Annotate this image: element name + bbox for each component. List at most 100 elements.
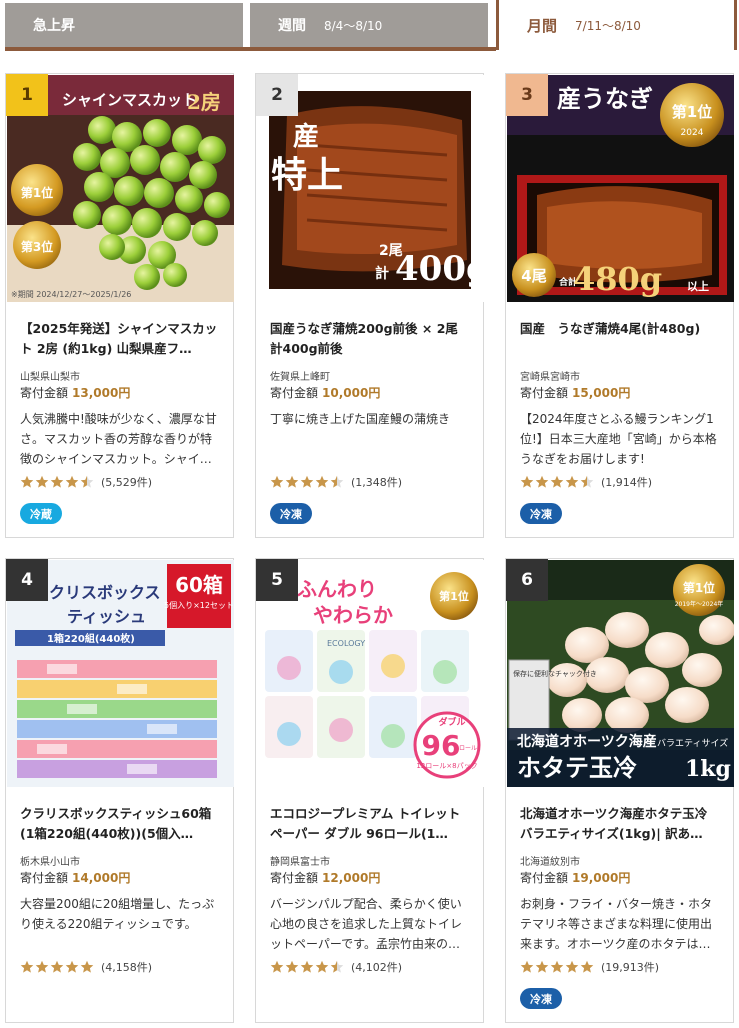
star-icon xyxy=(270,960,284,973)
product-description: お刺身・フライ・バター焼き・ホタテマリネ等さまざまな料理に使用出来ます。オホーツ… xyxy=(520,897,713,951)
star-icon xyxy=(20,475,34,488)
product-description: 丁寧に焼き上げた国産鰻の蒲焼き xyxy=(270,412,451,426)
star-icon xyxy=(550,960,564,973)
award-badge-2: 第3位 xyxy=(21,239,53,254)
tp-pack-text: 12ロール×8パック xyxy=(416,762,477,770)
ranking-card[interactable]: ふんわり やわらか ECOLOGY 第1位 ダブル 96 ロール 12ロール×8… xyxy=(255,558,484,1023)
product-description: 大容量200組に20組増量し、たっぷり使える220組ティッシュです。 xyxy=(20,897,215,931)
ranking-card[interactable]: 産 特上 2尾 計 400g 2 国産うなぎ蒲焼200g前後 × 2尾 計400… xyxy=(255,73,484,538)
eel-banner-text: 産うなぎ xyxy=(557,84,653,113)
product-location: 山梨県山梨市 xyxy=(20,372,80,383)
tab-label: 急上昇 xyxy=(33,18,75,34)
ranking-card[interactable]: シャインマスカット 2房 第1位 第3位 ※期間 2024/12/27〜2025… xyxy=(5,73,234,538)
price-value: 14,000円 xyxy=(72,871,131,885)
rank-badge: 5 xyxy=(256,559,298,601)
review-count: (4,102件) xyxy=(351,961,403,974)
rank-badge: 6 xyxy=(506,559,548,601)
rank-badge: 3 xyxy=(506,74,548,116)
star-icon xyxy=(300,475,314,488)
tab-monthly[interactable]: 月間 7/11〜8/10 xyxy=(496,0,737,50)
star-icon xyxy=(535,960,549,973)
price-label: 寄付金額 xyxy=(520,871,569,885)
product-description: 【2024年度さとふる鰻ランキング1位!】日本三大産地「宮崎」から本格うなぎをお… xyxy=(520,412,717,466)
donation-price: 寄付金額 12,000円 xyxy=(270,869,380,886)
scallop-weight-text: 1kg xyxy=(685,756,731,782)
review-count: (4,158件) xyxy=(101,961,153,974)
star-icon xyxy=(35,960,49,973)
star-icon xyxy=(50,475,64,488)
star-icon xyxy=(565,475,579,488)
scallop-origin-text: 北海道オホーツク海産 xyxy=(517,733,657,750)
star-icon xyxy=(50,960,64,973)
tp-brand-text: ECOLOGY xyxy=(327,639,365,648)
tp-unit-text: ロール xyxy=(459,745,477,752)
shipping-badge-frozen: 冷凍 xyxy=(520,503,562,524)
star-icon xyxy=(315,475,329,488)
product-title[interactable]: 国産 うなぎ蒲焼4尾(計480g) xyxy=(520,319,721,359)
rating: (1,348件) xyxy=(270,474,402,490)
star-icon xyxy=(330,475,344,488)
tab-label: 月間 xyxy=(527,16,558,35)
star-icon xyxy=(65,475,79,488)
star-icon xyxy=(580,960,594,973)
star-icon xyxy=(580,475,594,488)
star-rating xyxy=(520,475,595,489)
tp-double-text: ダブル xyxy=(438,716,465,728)
price-value: 13,000円 xyxy=(72,386,131,400)
price-label: 寄付金額 xyxy=(20,386,69,400)
rating: (1,914件) xyxy=(520,474,652,490)
product-description: バージンパルプ配合、柔らかく使い心地の良さを追求した上質なトイレットペーパーです… xyxy=(270,897,463,951)
star-icon xyxy=(520,960,534,973)
ranking-card[interactable]: クリスボックス ティッシュ 1箱220組(440枚) 60箱 5個入り×12セッ… xyxy=(5,558,234,1023)
tab-dates: 7/11〜8/10 xyxy=(575,18,641,33)
price-value: 12,000円 xyxy=(322,871,381,885)
review-count: (19,913件) xyxy=(601,961,660,974)
tab-label: 週間 xyxy=(278,18,306,34)
ranking-card[interactable]: 産うなぎ 第1位 2024 4尾 合計 480g 以上 3 国産 うなぎ蒲焼4尾… xyxy=(505,73,734,538)
ranking-card[interactable]: 保存に便利なチャック付き 北海道オホーツク海産 ホタテ玉冷 バラエティサイズ 1… xyxy=(505,558,734,1023)
tissue-set-text: 5個入り×12セット xyxy=(164,600,234,610)
star-icon xyxy=(270,475,284,488)
period-text: ※期間 2024/12/27〜2025/1/26 xyxy=(11,290,131,299)
star-rating xyxy=(270,960,345,974)
grape-banner-text: シャインマスカット xyxy=(62,91,197,109)
donation-price: 寄付金額 13,000円 xyxy=(20,384,130,401)
star-icon xyxy=(535,475,549,488)
star-rating xyxy=(20,960,95,974)
eel-box-count-text: 4尾 xyxy=(521,267,546,285)
tissue-banner-2: ティッシュ xyxy=(67,607,146,626)
star-icon xyxy=(20,960,34,973)
tissue-banner-1: クリスボックス xyxy=(49,583,161,602)
tab-weekly[interactable]: 週間 8/4〜8/10 xyxy=(250,3,488,47)
eel-origin-text: 産 xyxy=(293,121,319,152)
scallop-variety-text: バラエティサイズ xyxy=(657,737,728,749)
award-rank-text: 第1位 xyxy=(672,103,712,121)
star-icon xyxy=(550,475,564,488)
donation-price: 寄付金額 10,000円 xyxy=(270,384,380,401)
tissue-per-box-text: 1箱220組(440枚) xyxy=(47,632,135,645)
tab-trending[interactable]: 急上昇 xyxy=(5,3,243,47)
product-description: 人気沸騰中!酸味が少なく、濃厚な甘さ。マスカット香の芳醇な香りが特徴のシャインマ… xyxy=(20,412,217,466)
eel-weight-text: 400g xyxy=(395,249,484,289)
price-label: 寄付金額 xyxy=(520,386,569,400)
star-rating xyxy=(520,960,595,974)
product-title[interactable]: 国産うなぎ蒲焼200g前後 × 2尾 計400g前後 xyxy=(270,319,471,359)
product-title[interactable]: クラリスボックスティッシュ60箱(1箱220組(440枚))(5個入… xyxy=(20,804,221,844)
rating: (19,913件) xyxy=(520,959,659,975)
review-count: (1,914件) xyxy=(601,476,653,489)
star-icon xyxy=(285,960,299,973)
tab-dates: 8/4〜8/10 xyxy=(324,18,383,33)
product-location: 宮崎県宮崎市 xyxy=(520,372,580,383)
price-value: 15,000円 xyxy=(572,386,631,400)
tp-count-text: 96 xyxy=(422,729,461,762)
award-year-text: 2024 xyxy=(681,128,704,138)
star-icon xyxy=(80,475,94,488)
review-count: (1,348件) xyxy=(351,476,403,489)
donation-price: 寄付金額 14,000円 xyxy=(20,869,130,886)
product-title[interactable]: 【2025年発送】シャインマスカット 2房 (約1kg) 山梨県産フ… xyxy=(20,319,221,359)
eel-kei-text: 計 xyxy=(375,265,389,282)
product-title[interactable]: 北海道オホーツク海産ホタテ玉冷 バラエティサイズ(1kg)| 訳あ… xyxy=(520,804,721,844)
eel-box-suffix-text: 以上 xyxy=(687,279,709,293)
tp-banner-2: やわらか xyxy=(313,603,393,627)
product-title[interactable]: エコロジープレミアム トイレットペーパー ダブル 96ロール(1… xyxy=(270,804,471,844)
